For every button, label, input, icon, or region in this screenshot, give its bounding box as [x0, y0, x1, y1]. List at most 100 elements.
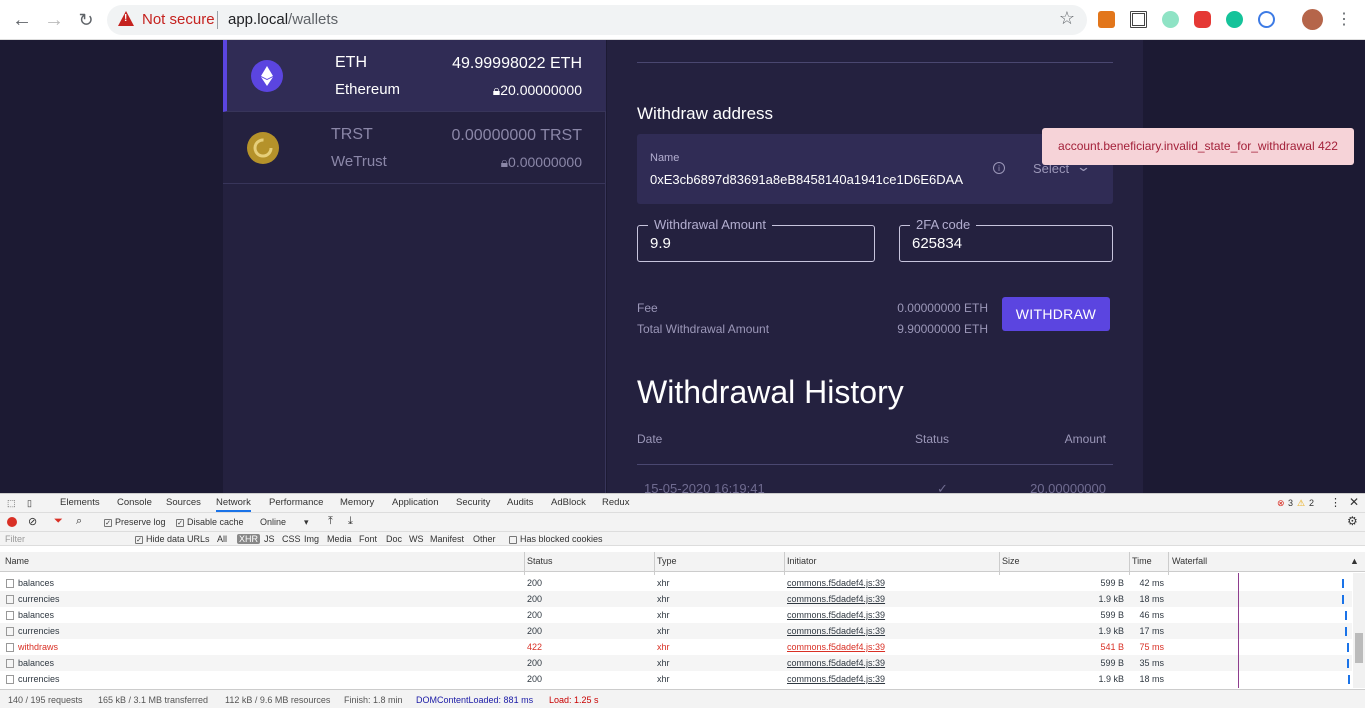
hide-data-urls-checkbox[interactable]: ✓ Hide data URLs — [135, 534, 210, 544]
request-row[interactable]: currencies 200 xhr commons.f5dadef4.js:39 1.… — [0, 591, 1352, 607]
error-count-icon[interactable]: ⊗ — [1277, 498, 1285, 509]
filter-type-font[interactable]: Font — [359, 534, 377, 544]
upload-har-icon[interactable]: ⤒ — [328, 515, 333, 528]
warning-count[interactable]: 2 — [1309, 498, 1314, 508]
url-text[interactable]: app.local/wallets — [228, 11, 338, 28]
request-row[interactable]: currencies 200 xhr commons.f5dadef4.js:39 1.… — [0, 623, 1352, 639]
tab-console[interactable]: Console — [117, 497, 152, 508]
download-har-icon[interactable]: ⤓ — [348, 515, 353, 528]
error-toast[interactable]: account.beneficiary.invalid_state_for_wi… — [1042, 128, 1354, 165]
qr-code-extension-icon[interactable] — [1130, 11, 1147, 28]
filter-type-media[interactable]: Media — [327, 534, 352, 544]
column-header-size[interactable]: Size — [1002, 556, 1020, 566]
request-name[interactable]: currencies — [18, 674, 60, 684]
tab-adblock[interactable]: AdBlock — [551, 497, 586, 508]
info-icon[interactable]: i — [993, 162, 1005, 174]
withdrawal-amount-field[interactable]: Withdrawal Amount 9.9 — [637, 217, 875, 262]
column-header-type[interactable]: Type — [657, 556, 677, 566]
request-name[interactable]: balances — [18, 578, 54, 588]
request-initiator[interactable]: commons.f5dadef4.js:39 — [787, 578, 885, 588]
request-name[interactable]: balances — [18, 610, 54, 620]
request-row[interactable]: balances 200 xhr commons.f5dadef4.js:39 599 … — [0, 575, 1352, 591]
filter-type-css[interactable]: CSS — [282, 534, 301, 544]
avatar[interactable] — [1302, 9, 1323, 30]
blocked-cookies-checkbox[interactable]: Has blocked cookies — [509, 534, 603, 544]
request-initiator[interactable]: commons.f5dadef4.js:39 — [787, 594, 885, 604]
withdrawal-amount-value[interactable]: 9.9 — [650, 235, 671, 252]
column-header-status[interactable]: Status — [527, 556, 553, 566]
filter-icon[interactable]: ⏷ — [54, 515, 63, 528]
request-row[interactable]: withdraws 422 xhr commons.f5dadef4.js:39 541… — [0, 639, 1352, 655]
filter-type-js[interactable]: JS — [264, 534, 275, 544]
menu-dots-icon[interactable]: ⋮ — [1332, 8, 1356, 32]
wallet-item-trst[interactable]: TRST WeTrust 0.00000000 TRST 🔒︎0.0000000… — [223, 112, 606, 184]
request-initiator[interactable]: commons.f5dadef4.js:39 — [787, 610, 885, 620]
tab-memory[interactable]: Memory — [340, 497, 374, 508]
tab-performance[interactable]: Performance — [269, 497, 323, 508]
tab-audits[interactable]: Audits — [507, 497, 533, 508]
forward-icon[interactable]: → — [42, 8, 66, 32]
tab-sources[interactable]: Sources — [166, 497, 201, 508]
metamask-extension-icon[interactable] — [1098, 11, 1115, 28]
address-bar[interactable]: ! Not secure app.local/wallets ☆ — [107, 5, 1087, 35]
request-name[interactable]: currencies — [18, 626, 60, 636]
column-header-initiator[interactable]: Initiator — [787, 556, 817, 566]
filter-type-xhr[interactable]: XHR — [237, 534, 261, 544]
infinity-extension-icon[interactable] — [1258, 11, 1275, 28]
scrollbar[interactable] — [1353, 573, 1365, 688]
request-initiator[interactable]: commons.f5dadef4.js:39 — [787, 658, 885, 668]
twofa-code-value[interactable]: 625834 — [912, 235, 962, 252]
device-toolbar-icon[interactable]: ▯ — [27, 498, 32, 509]
filter-type-doc[interactable]: Doc — [386, 534, 402, 544]
adblock-icon[interactable] — [1194, 11, 1211, 28]
column-header-waterfall[interactable]: Waterfall — [1172, 556, 1207, 566]
sort-arrow-icon[interactable]: ▲ — [1350, 556, 1359, 566]
warning-count-icon[interactable]: ⚠ — [1297, 498, 1305, 509]
grammarly-icon[interactable] — [1226, 11, 1243, 28]
request-status: 200 — [527, 674, 543, 684]
twofa-code-field[interactable]: 2FA code 625834 — [899, 217, 1113, 262]
throttle-select[interactable]: Online ▾ — [260, 517, 309, 528]
disable-cache-checkbox[interactable]: ✓ Disable cache — [176, 517, 244, 527]
settings-gear-icon[interactable]: ⚙ — [1347, 514, 1358, 528]
bookmark-star-icon[interactable]: ☆ — [1059, 8, 1075, 29]
filter-type-other[interactable]: Other — [473, 534, 496, 544]
request-name[interactable]: balances — [18, 658, 54, 668]
back-icon[interactable]: ← — [10, 8, 34, 32]
request-initiator[interactable]: commons.f5dadef4.js:39 — [787, 674, 885, 684]
error-count[interactable]: 3 — [1288, 498, 1293, 508]
clear-icon[interactable]: ⊘ — [28, 515, 37, 528]
devtools-menu-icon[interactable]: ⋮ — [1330, 496, 1341, 509]
request-initiator[interactable]: commons.f5dadef4.js:39 — [787, 626, 885, 636]
security-label[interactable]: Not secure — [142, 11, 215, 28]
tab-network[interactable]: Network — [216, 497, 251, 512]
reload-icon[interactable]: ↻ — [74, 8, 98, 32]
request-row[interactable]: currencies 200 xhr commons.f5dadef4.js:39 1.… — [0, 671, 1352, 687]
tab-security[interactable]: Security — [456, 497, 490, 508]
preserve-log-checkbox[interactable]: ✓ Preserve log — [104, 517, 166, 527]
waterfall-bar — [1345, 627, 1347, 636]
tab-redux[interactable]: Redux — [602, 497, 629, 508]
request-row[interactable]: balances 200 xhr commons.f5dadef4.js:39 599 … — [0, 607, 1352, 623]
column-header-name[interactable]: Name — [5, 556, 29, 566]
request-name[interactable]: currencies — [18, 594, 60, 604]
tab-application[interactable]: Application — [392, 497, 438, 508]
filter-type-img[interactable]: Img — [304, 534, 319, 544]
request-row[interactable]: balances 200 xhr commons.f5dadef4.js:39 599 … — [0, 655, 1352, 671]
scrollbar-thumb[interactable] — [1355, 633, 1363, 663]
filter-type-manifest[interactable]: Manifest — [430, 534, 464, 544]
withdraw-button[interactable]: WITHDRAW — [1002, 297, 1110, 331]
search-icon[interactable]: ⌕ — [76, 515, 82, 528]
inspect-element-icon[interactable]: ⬚ — [7, 498, 16, 509]
filter-type-all[interactable]: All — [217, 534, 227, 544]
close-icon[interactable]: ✕ — [1349, 495, 1359, 509]
column-header-time[interactable]: Time — [1132, 556, 1152, 566]
record-icon[interactable] — [7, 517, 17, 527]
request-name[interactable]: withdraws — [18, 642, 58, 652]
wallet-item-eth[interactable]: ETH Ethereum 49.99998022 ETH 🔒︎20.000000… — [223, 40, 606, 112]
request-initiator[interactable]: commons.f5dadef4.js:39 — [787, 642, 885, 652]
extension-icon[interactable] — [1162, 11, 1179, 28]
tab-elements[interactable]: Elements — [60, 497, 100, 508]
filter-type-ws[interactable]: WS — [409, 534, 424, 544]
filter-input[interactable]: Filter — [5, 534, 25, 544]
